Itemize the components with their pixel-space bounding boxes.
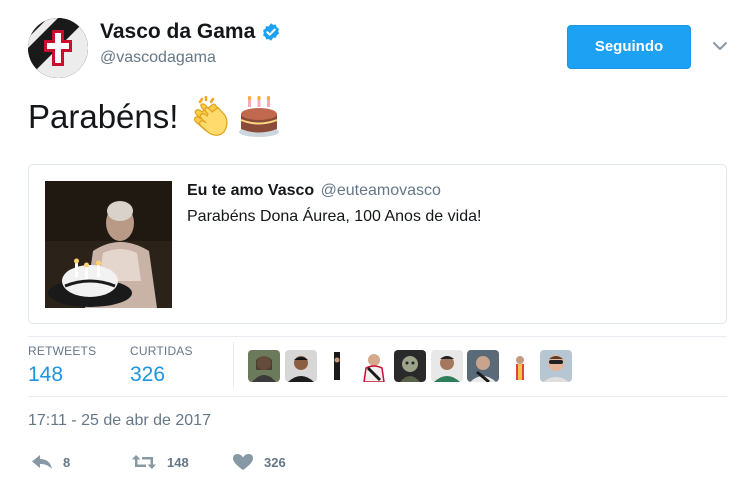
reply-count: 8 <box>63 454 71 470</box>
stats-divider <box>233 342 234 388</box>
retweets-count[interactable]: 148 <box>28 363 96 387</box>
quoted-tweet-text: Parabéns Dona Áurea, 100 Anos de vida! <box>187 208 482 225</box>
author-handle[interactable]: @vascodagama <box>100 49 216 67</box>
quoted-tweet-photo[interactable] <box>45 181 172 308</box>
retweets-stat[interactable]: RETWEETS 148 <box>28 344 96 387</box>
author-display-name[interactable]: Vasco da Gama <box>100 20 255 44</box>
liker-avatar[interactable] <box>540 350 572 382</box>
clapping-hands-icon <box>194 96 229 136</box>
reply-icon <box>32 455 52 469</box>
reply-action[interactable]: 8 <box>31 453 70 471</box>
liker-avatar[interactable] <box>504 350 536 382</box>
author-name-row[interactable]: Vasco da Gama <box>100 20 281 44</box>
quoted-tweet-card[interactable]: Eu te amo Vasco @euteamovasco Parabéns D… <box>28 164 727 324</box>
liker-avatar[interactable] <box>285 350 317 382</box>
retweet-count: 148 <box>167 454 189 470</box>
liker-avatar[interactable] <box>321 350 353 382</box>
birthday-cake-icon <box>239 96 280 137</box>
verified-badge-icon <box>263 23 280 41</box>
liker-avatar[interactable] <box>358 350 390 382</box>
following-button[interactable]: Seguindo <box>567 25 691 69</box>
tweet-text-content: Parabéns! <box>28 98 179 135</box>
heart-icon <box>233 454 253 470</box>
tweet-timestamp[interactable]: 17:11 - 25 de abr de 2017 <box>28 412 211 430</box>
likes-count[interactable]: 326 <box>130 363 193 387</box>
quoted-author-name[interactable]: Eu te amo Vasco <box>187 182 314 199</box>
divider <box>28 396 727 397</box>
vasco-crest-icon <box>28 18 88 78</box>
likes-stat[interactable]: CURTIDAS 326 <box>130 344 193 387</box>
liker-avatar[interactable] <box>431 350 463 382</box>
like-action[interactable]: 326 <box>232 453 286 471</box>
liker-avatar[interactable] <box>467 350 499 382</box>
likes-label: CURTIDAS <box>130 344 193 358</box>
author-avatar[interactable] <box>28 18 88 78</box>
retweet-icon <box>132 455 156 469</box>
liker-avatar[interactable] <box>248 350 280 382</box>
retweets-label: RETWEETS <box>28 344 97 358</box>
liker-avatar[interactable] <box>394 350 426 382</box>
birthday-photo-image <box>45 181 172 308</box>
divider <box>28 336 727 337</box>
quoted-author-handle[interactable]: @euteamovasco <box>321 182 441 199</box>
tweet-text: Parabéns! <box>28 96 280 138</box>
retweet-action[interactable]: 148 <box>131 453 189 471</box>
chevron-down-icon[interactable] <box>711 37 729 55</box>
like-count: 326 <box>264 454 286 470</box>
quoted-tweet-header: Eu te amo Vasco @euteamovasco <box>187 182 441 200</box>
